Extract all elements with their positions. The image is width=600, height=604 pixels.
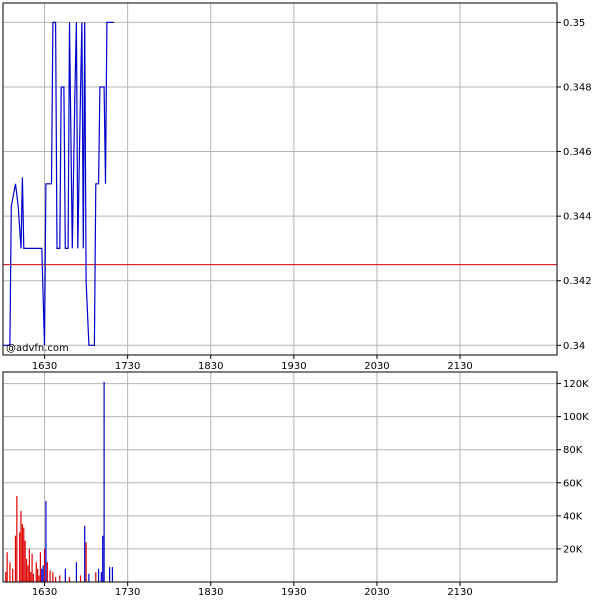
volume-y-tick-label: 100K bbox=[563, 412, 589, 423]
volume-y-tick-label: 20K bbox=[563, 544, 583, 555]
price-y-tick-label: 0.34 bbox=[563, 341, 585, 352]
volume-y-tick-label: 120K bbox=[563, 379, 589, 390]
price-x-tick-label: 1630 bbox=[32, 361, 57, 372]
chart-canvas: 0.34 0.342 0.344 0.346 0.348 0.35 1630 1730 183… bbox=[0, 0, 600, 600]
volume-x-tick-label: 2030 bbox=[364, 587, 389, 598]
volume-y-tick-label: 40K bbox=[563, 511, 583, 522]
volume-x-tick-label: 2130 bbox=[447, 587, 472, 598]
price-y-tick-label: 0.348 bbox=[563, 82, 592, 93]
watermark: @advfn.com bbox=[6, 343, 69, 354]
volume-x-tick-label: 1730 bbox=[115, 587, 140, 598]
stock-chart: 0.34 0.342 0.344 0.346 0.348 0.35 1630 1730 183… bbox=[0, 0, 600, 600]
price-y-tick-label: 0.346 bbox=[563, 147, 592, 158]
volume-x-tick-label: 1930 bbox=[281, 587, 306, 598]
volume-y-tick-label: 60K bbox=[563, 478, 583, 489]
volume-x-tick-label: 1830 bbox=[198, 587, 223, 598]
price-x-tick-label: 2030 bbox=[364, 361, 389, 372]
price-x-tick-label: 1930 bbox=[281, 361, 306, 372]
price-x-tick-label: 1730 bbox=[115, 361, 140, 372]
price-y-tick-label: 0.342 bbox=[563, 276, 592, 287]
price-y-tick-label: 0.344 bbox=[563, 212, 592, 223]
price-x-tick-label: 2130 bbox=[447, 361, 472, 372]
price-x-tick-label: 1830 bbox=[198, 361, 223, 372]
chart-background bbox=[0, 0, 600, 600]
price-y-tick-label: 0.35 bbox=[563, 18, 585, 29]
volume-y-tick-label: 80K bbox=[563, 445, 583, 456]
volume-x-tick-label: 1630 bbox=[32, 587, 57, 598]
